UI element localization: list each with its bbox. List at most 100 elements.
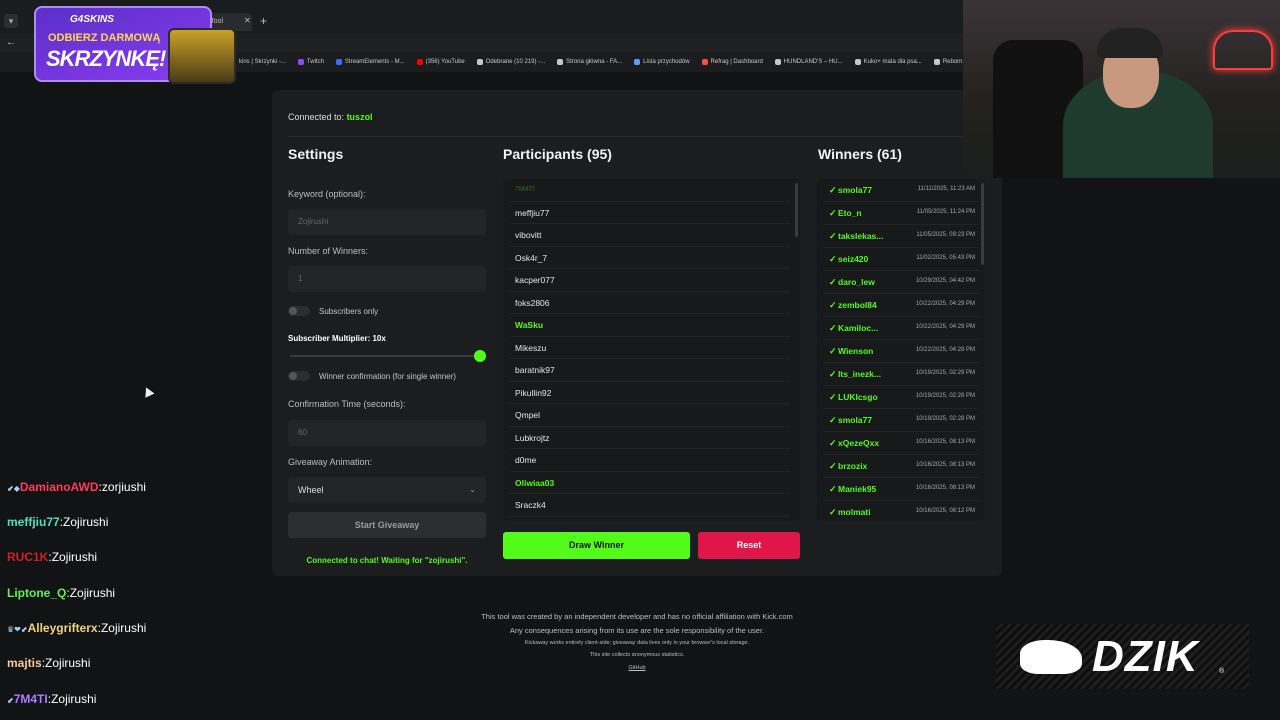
participant-row: vibovitt bbox=[509, 224, 790, 247]
chat-text: Zojirushi bbox=[63, 515, 109, 529]
participant-row: Mikeszu bbox=[509, 337, 790, 359]
winner-row: ✓ xQezeQxx 10/16/2025, 08:13 PM bbox=[823, 432, 979, 455]
bookmark-item[interactable]: Odebrane (10 219) -... bbox=[476, 59, 545, 65]
winner-row: ✓ Wienson 10/22/2025, 04:28 PM bbox=[823, 340, 979, 363]
multiplier-slider[interactable] bbox=[290, 355, 482, 357]
participant-row: Lubkrojtz bbox=[509, 427, 790, 449]
chat-text: Zojirushi bbox=[69, 586, 116, 600]
tab-search-icon[interactable]: ▾ bbox=[4, 14, 18, 28]
participant-row: baratnik97 bbox=[509, 359, 790, 382]
winner-confirmation-toggle[interactable] bbox=[288, 371, 310, 381]
bookmark-favicon-icon bbox=[854, 59, 861, 65]
participant-row: d0me bbox=[509, 449, 790, 472]
winner-row: ✓ Its_inezk... 10/19/2025, 02:29 PM bbox=[823, 363, 979, 386]
bookmark-label: Lista przychodów bbox=[643, 59, 690, 65]
chat-username: DamianoAWD bbox=[19, 480, 99, 494]
chat-text: Zojirushi bbox=[100, 621, 147, 635]
bookmark-label: Twitch bbox=[306, 59, 324, 65]
winner-date: 10/19/2025, 02:28 PM bbox=[915, 416, 975, 422]
winner-date: 11/02/2025, 05:43 PM bbox=[916, 255, 975, 261]
winner-name: takslekas... bbox=[838, 231, 884, 241]
winner-name: Eto_n bbox=[838, 208, 862, 218]
winner-date: 10/19/2025, 02:28 PM bbox=[915, 393, 975, 399]
back-arrow-icon[interactable]: ← bbox=[6, 37, 16, 48]
participant-row: Pikullin92 bbox=[509, 382, 790, 404]
bookmark-item[interactable]: HUNDLAND'S – HU... bbox=[774, 59, 843, 65]
bookmark-label: StreamElements - M... bbox=[344, 59, 405, 65]
confirm-time-input[interactable]: 60 bbox=[288, 420, 486, 446]
bookmark-favicon-icon bbox=[335, 59, 342, 65]
winner-date: 11/05/2025, 09:23 PM bbox=[916, 232, 975, 238]
bookmark-favicon-icon bbox=[416, 59, 423, 65]
neon-sign bbox=[1213, 30, 1273, 70]
checkmark-icon: ✓ bbox=[829, 415, 837, 425]
checkmark-icon: ✓ bbox=[829, 277, 837, 287]
draw-winner-button[interactable]: Draw Winner bbox=[503, 532, 690, 559]
bookmark-item[interactable]: Twitch bbox=[297, 59, 324, 65]
participants-list[interactable]: 7M4TI meffjiu77 vibovitt Osk4r_7 kacper077 fo… bbox=[503, 179, 800, 521]
subscribers-only-toggle[interactable] bbox=[288, 306, 310, 316]
participant-row: WaSku bbox=[509, 314, 790, 337]
winner-row: ✓ brzozix 10/16/2025, 08:13 PM bbox=[823, 455, 979, 478]
tab-close-icon[interactable]: ✕ bbox=[244, 16, 251, 25]
winner-date: 11/05/2025, 11:24 PM bbox=[916, 209, 975, 215]
channel-name: tuszol bbox=[346, 112, 373, 122]
winners-scrollbar[interactable] bbox=[981, 183, 984, 265]
bookmark-item[interactable]: kins | Skrzynki -... bbox=[230, 59, 286, 65]
subscribers-only-label: Subscribers only bbox=[319, 307, 379, 316]
bookmark-item[interactable]: Kuko+ mata dla psa... bbox=[854, 59, 922, 65]
winners-list[interactable]: ✓ smola77 11/11/2025, 11:23 AM ✓ Eto_n 11/05/… bbox=[817, 179, 985, 521]
participant-row: 7M4TI bbox=[509, 179, 790, 202]
checkmark-icon: ✓ bbox=[829, 254, 837, 264]
chat-username: RUC1K bbox=[7, 550, 49, 564]
multiplier-slider-handle[interactable] bbox=[474, 350, 486, 362]
webcam-overlay bbox=[963, 0, 1280, 178]
chevron-down-icon: ⌄ bbox=[469, 485, 476, 494]
winner-date: 10/29/2025, 04:42 PM bbox=[915, 278, 975, 284]
divider bbox=[288, 136, 988, 137]
winner-name: molmati bbox=[838, 507, 871, 517]
participants-scrollbar[interactable] bbox=[795, 183, 798, 237]
chat-username: meffjiu77 bbox=[7, 515, 60, 529]
settings-title: Settings bbox=[288, 146, 344, 162]
winners-count-input[interactable]: 1 bbox=[288, 266, 486, 292]
keyword-input[interactable]: Zojirushi bbox=[288, 209, 486, 235]
chat-message: meffjiu77:Zojirushi bbox=[7, 515, 109, 529]
checkmark-icon: ✓ bbox=[829, 231, 837, 241]
reset-button[interactable]: Reset bbox=[698, 532, 800, 559]
chat-text: Zojirushi bbox=[51, 692, 97, 706]
participant-row: foks2806 bbox=[509, 292, 790, 314]
winner-row: ✓ zembol84 10/22/2025, 04:29 PM bbox=[823, 294, 979, 317]
bookmark-item[interactable]: Refrag | Dashboard bbox=[701, 59, 763, 65]
start-giveaway-button[interactable]: Start Giveaway bbox=[288, 512, 486, 538]
winner-name: Maniek95 bbox=[838, 484, 877, 494]
multiplier-label: Subscriber Multiplier: 10x bbox=[288, 334, 386, 343]
footer-storage-note: Kickaway works entirely client-side; giv… bbox=[524, 640, 750, 646]
bookmark-favicon-icon bbox=[701, 59, 708, 65]
chat-username: Alleygrifterx bbox=[27, 621, 98, 635]
bookmark-item[interactable]: Lista przychodów bbox=[634, 59, 690, 65]
winner-name: Its_inezk... bbox=[838, 369, 881, 379]
bookmark-item[interactable]: Strona główna - FA... bbox=[557, 59, 622, 65]
chat-username: 7M4TI bbox=[13, 692, 48, 706]
bookmark-item[interactable]: (356) YouTube bbox=[416, 59, 465, 65]
winner-name: Kamiloc... bbox=[838, 323, 879, 333]
checkmark-icon: ✓ bbox=[829, 185, 837, 195]
footer-responsibility: Any consequences arising from its use ar… bbox=[509, 626, 765, 635]
winner-row: ✓ smola77 11/11/2025, 11:23 AM bbox=[823, 179, 979, 202]
chat-message: ♛❤⬋Alleygrifterx:Zojirushi bbox=[7, 621, 147, 635]
animation-select[interactable]: Wheel ⌄ bbox=[288, 477, 486, 503]
winner-date: 10/16/2025, 08:13 PM bbox=[915, 439, 975, 445]
chat-message: majtis:Zojirushi bbox=[7, 656, 91, 670]
checkmark-icon: ✓ bbox=[829, 484, 837, 494]
chat-badge-icon: ⬋◆ bbox=[7, 484, 20, 493]
checkmark-icon: ✓ bbox=[829, 208, 837, 218]
bookmark-item[interactable]: StreamElements - M... bbox=[335, 59, 405, 65]
new-tab-icon[interactable]: + bbox=[260, 14, 267, 28]
treasure-chest-icon bbox=[168, 28, 236, 84]
footer-disclaimer: This tool was created by an independent … bbox=[481, 612, 793, 621]
winner-name: LUKIcsgo bbox=[838, 392, 878, 402]
winner-date: 10/19/2025, 02:29 PM bbox=[915, 370, 975, 376]
github-link[interactable]: GitHub bbox=[437, 665, 837, 671]
participant-row: Qmpel bbox=[509, 404, 790, 427]
